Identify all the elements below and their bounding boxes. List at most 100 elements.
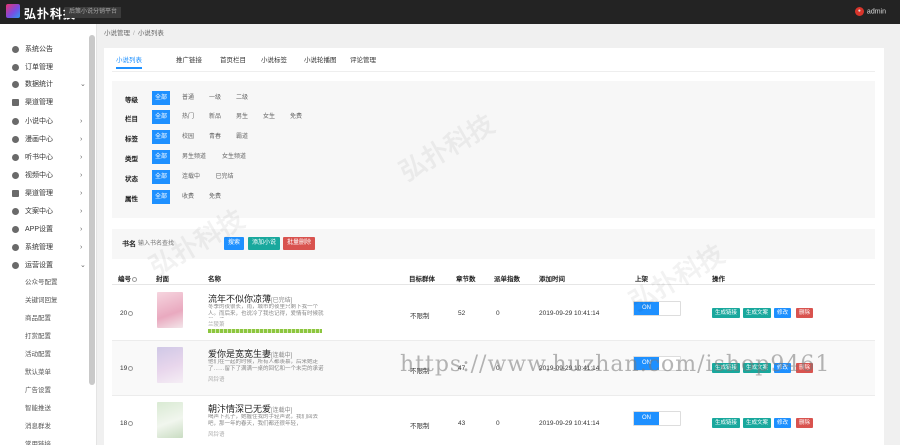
user-menu[interactable]: ● admin: [854, 7, 886, 16]
sidebar-subitem[interactable]: 消息群发: [25, 420, 85, 433]
sidebar-item-label: APP设置: [25, 226, 54, 233]
sidebar-scrollbar[interactable]: [89, 35, 95, 385]
filter-option[interactable]: 女生频道: [219, 150, 249, 164]
book-cover: [157, 402, 183, 438]
brand-logo-icon[interactable]: [6, 4, 20, 18]
tab-item[interactable]: 小说轮播图: [304, 52, 337, 69]
filter-option[interactable]: 全部: [152, 150, 171, 164]
tab-item[interactable]: 首页栏目: [220, 52, 246, 69]
add-novel-button[interactable]: 添加小说: [248, 237, 281, 250]
filter-option[interactable]: 一级: [206, 91, 224, 105]
filter-option[interactable]: 免费: [287, 110, 305, 124]
sidebar-item[interactable]: 渠道管理: [0, 94, 88, 111]
search-label: 书名: [122, 241, 136, 248]
sidebar-item[interactable]: 系统公告: [0, 41, 88, 58]
tab-item[interactable]: 小说列表: [116, 52, 142, 69]
col-time: 添加时间: [539, 276, 565, 283]
filter-option[interactable]: 全部: [152, 130, 171, 144]
filter-option[interactable]: 二级: [233, 91, 251, 105]
sidebar-item[interactable]: 视频中心 ›: [0, 167, 88, 184]
shelf-toggle[interactable]: ON: [633, 411, 681, 426]
col-id: 编号: [118, 273, 137, 283]
filter-option[interactable]: 全部: [152, 170, 171, 184]
sidebar-subitem[interactable]: 活动配置: [25, 348, 85, 361]
sidebar-subitem[interactable]: 商品配置: [25, 312, 85, 325]
sidebar-item-label: 小说中心: [25, 118, 53, 125]
sidebar-item[interactable]: 小说中心 ›: [0, 113, 88, 130]
filter-option[interactable]: 男生频道: [179, 150, 209, 164]
filter-option[interactable]: 男生: [233, 110, 251, 124]
avatar[interactable]: ●: [854, 7, 864, 16]
sidebar-item-label: 渠道管理: [25, 190, 53, 197]
row-checkbox[interactable]: [128, 420, 134, 426]
breadcrumb-separator: /: [133, 30, 135, 37]
sidebar-subitem[interactable]: 公众号配置: [25, 276, 85, 289]
filter-option[interactable]: 新品: [206, 110, 224, 124]
generate-copy-button[interactable]: 生成文案: [743, 308, 772, 318]
menu-icon: [12, 208, 19, 215]
sidebar-item[interactable]: 订单管理: [0, 59, 88, 76]
tab-item[interactable]: 推广链接: [176, 52, 202, 69]
sidebar-item[interactable]: 文案中心 ›: [0, 203, 88, 220]
sidebar-item[interactable]: 数据统计 ⌄: [0, 76, 88, 93]
book-author: 兰陵萧: [208, 322, 225, 328]
sidebar-subitem[interactable]: 广告设置: [25, 384, 85, 397]
menu-icon: [12, 154, 19, 161]
breadcrumb-root[interactable]: 小说管理: [104, 30, 130, 37]
filter-option[interactable]: 已完结: [213, 170, 237, 184]
sidebar-item-label: 漫画中心: [25, 136, 53, 143]
filter-option[interactable]: 热门: [179, 110, 197, 124]
generate-copy-button[interactable]: 生成文案: [743, 418, 772, 428]
filter-option[interactable]: 收费: [179, 190, 197, 204]
row-index: 0: [496, 420, 500, 427]
sidebar-item[interactable]: 渠道管理 ›: [0, 185, 88, 202]
sidebar-item-label: 系统公告: [25, 46, 53, 53]
user-name: admin: [866, 8, 886, 16]
delete-button[interactable]: 删除: [796, 418, 814, 428]
sidebar-item[interactable]: APP设置 ›: [0, 221, 88, 238]
book-description: 冬季的夜很长，雨，城市的夜里只剩下我一个人。而后来，也说冷了我也记得，爱情有时候…: [208, 304, 324, 317]
sidebar-item[interactable]: 漫画中心 ›: [0, 131, 88, 148]
menu-icon: [12, 190, 19, 197]
filter-option[interactable]: 普通: [179, 91, 197, 105]
edit-button[interactable]: 修改: [774, 308, 792, 318]
sidebar-item-label: 系统管理: [25, 244, 53, 251]
sidebar-item[interactable]: 系统管理 ›: [0, 239, 88, 256]
col-chapters: 章节数: [456, 276, 476, 283]
tab-item[interactable]: 小说标签: [261, 52, 287, 69]
batch-delete-button[interactable]: 批量删除: [283, 237, 316, 250]
chevron-icon: ›: [80, 118, 83, 125]
progress-bar: [208, 329, 322, 333]
col-name: 名称: [208, 276, 221, 283]
menu-icon: [12, 136, 19, 143]
book-description: 他们在一起的时候，所有人都羡慕，后来她走了……留下了满满一桌的回忆和一个未完的承…: [208, 359, 324, 372]
select-all-checkbox[interactable]: [132, 276, 137, 282]
filter-option[interactable]: 连载中: [179, 170, 203, 184]
sidebar-subitem[interactable]: 关键词回复: [25, 294, 85, 307]
sidebar-subitem[interactable]: 默认菜单: [25, 366, 85, 379]
sidebar-subitem[interactable]: 打赏配置: [25, 330, 85, 343]
sidebar-subitem[interactable]: 智能推送: [25, 402, 85, 415]
tab-item[interactable]: 评论管理: [350, 52, 376, 69]
sidebar-subitem[interactable]: 常用链接: [25, 438, 85, 445]
row-target: 不限制: [410, 313, 430, 320]
col-target: 目标群体: [409, 276, 435, 283]
sidebar-item[interactable]: 听书中心 ›: [0, 149, 88, 166]
generate-link-button[interactable]: 生成链接: [712, 308, 741, 318]
filter-option[interactable]: 女生: [260, 110, 278, 124]
edit-button[interactable]: 修改: [774, 418, 792, 428]
row-checkbox[interactable]: [128, 310, 134, 316]
filter-option[interactable]: 免费: [206, 190, 224, 204]
menu-icon: [12, 226, 19, 233]
filter-option[interactable]: 青春: [206, 130, 224, 144]
sidebar-item-label: 文案中心: [25, 208, 53, 215]
delete-button[interactable]: 删除: [796, 308, 814, 318]
filter-option[interactable]: 全部: [152, 91, 171, 105]
filter-option[interactable]: 校园: [179, 130, 197, 144]
filter-option[interactable]: 霸道: [233, 130, 251, 144]
row-checkbox[interactable]: [128, 365, 134, 371]
sidebar-item[interactable]: 运营设置 ⌄: [0, 257, 88, 274]
filter-option[interactable]: 全部: [152, 190, 171, 204]
generate-link-button[interactable]: 生成链接: [712, 418, 741, 428]
filter-option[interactable]: 全部: [152, 110, 171, 124]
